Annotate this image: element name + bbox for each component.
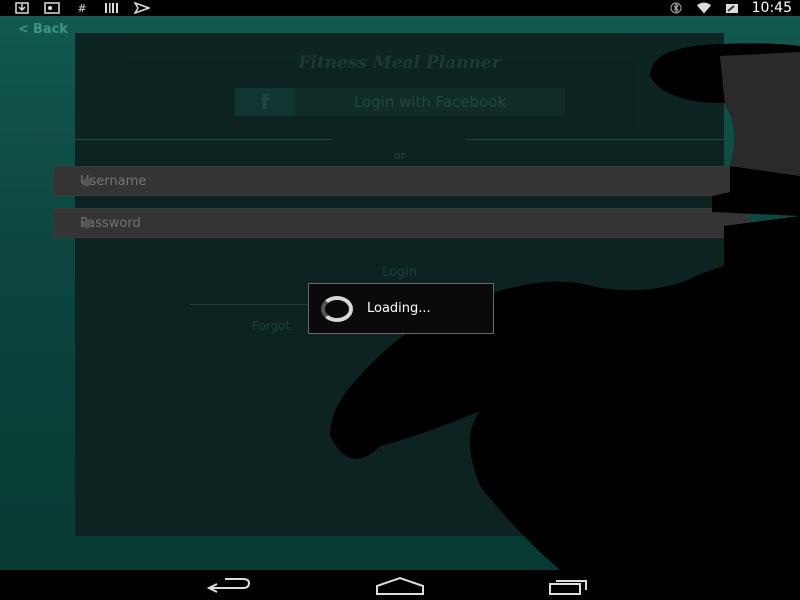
navigation-bar	[0, 570, 800, 600]
home-icon	[376, 576, 424, 595]
status-bar: # 10:45	[0, 0, 800, 16]
loading-text: Loading...	[367, 301, 431, 316]
back-icon	[206, 578, 251, 593]
loading-dialog: Loading...	[308, 283, 494, 334]
recents-nav-button[interactable]	[548, 576, 598, 596]
loading-spinner-icon	[321, 295, 353, 322]
barcode-icon	[104, 2, 120, 14]
home-nav-button[interactable]	[375, 576, 425, 596]
download-icon	[14, 2, 30, 14]
status-time: 10:45	[751, 0, 792, 16]
hashtag-icon: #	[77, 1, 87, 15]
wifi-icon	[696, 2, 712, 14]
battery-icon	[724, 2, 740, 14]
send-icon	[134, 2, 150, 14]
status-right-icons: 10:45	[668, 0, 792, 16]
bluetooth-icon	[668, 2, 684, 14]
recents-icon	[549, 580, 587, 595]
back-nav-button[interactable]	[205, 576, 255, 596]
app-screen: < Back Fitness Meal Planner f Login with…	[0, 16, 800, 570]
status-left-icons: #	[14, 0, 150, 16]
photo-icon	[44, 2, 60, 14]
